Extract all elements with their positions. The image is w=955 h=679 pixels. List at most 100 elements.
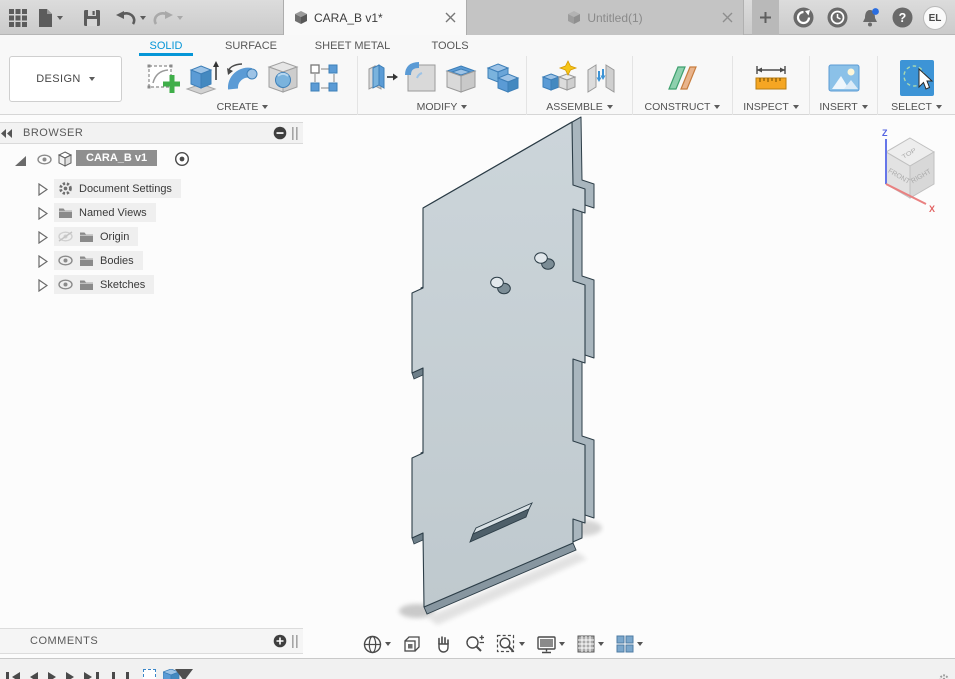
visibility-eye-icon[interactable] [58, 255, 73, 266]
timeline-step-forward-button[interactable] [66, 672, 74, 679]
collapsed-triangle-icon[interactable] [37, 255, 48, 268]
collapse-panel-icon[interactable] [0, 128, 14, 139]
inspect-menu[interactable]: INSPECT [733, 99, 809, 115]
add-comment-icon[interactable] [273, 634, 287, 648]
timeline-playhead-marker[interactable] [175, 669, 193, 679]
collapsed-triangle-icon[interactable] [37, 207, 48, 220]
folder-icon [80, 280, 93, 290]
insert-menu[interactable]: INSERT [810, 99, 877, 115]
construct-menu[interactable]: CONSTRUCT [633, 99, 732, 115]
timeline-sketch-feature-icon[interactable] [143, 669, 156, 679]
undo-icon[interactable] [115, 0, 146, 35]
group-modify: MODIFY [358, 56, 527, 115]
view-cube[interactable]: TOP FRONT RIGHT Z X [866, 126, 954, 218]
select-tool-icon[interactable] [899, 59, 935, 97]
group-create: CREATE [128, 56, 358, 115]
document-tab-label: CARA_B v1* [314, 10, 383, 25]
press-pull-icon[interactable] [365, 60, 399, 96]
extensions-icon[interactable] [793, 0, 814, 35]
chevron-down-icon [385, 642, 391, 646]
visibility-eye-icon[interactable] [37, 154, 52, 165]
viewports-icon[interactable] [613, 632, 645, 656]
workspace-switcher[interactable]: DESIGN [9, 56, 122, 102]
timeline-step-back-button[interactable] [30, 672, 38, 679]
orbit-icon[interactable] [360, 632, 393, 657]
modify-menu[interactable]: MODIFY [358, 99, 526, 115]
insert-image-icon[interactable] [827, 62, 861, 94]
help-icon[interactable]: ? [892, 0, 913, 35]
comments-panel-title: COMMENTS [30, 635, 99, 647]
timeline-marker[interactable] [112, 672, 115, 679]
activate-component-radio[interactable] [174, 151, 190, 167]
collapsed-triangle-icon[interactable] [37, 183, 48, 196]
timeline-end-marker[interactable] [96, 672, 99, 679]
collapsed-triangle-icon[interactable] [37, 231, 48, 244]
create-menu[interactable]: CREATE [128, 99, 357, 115]
chevron-down-icon [559, 642, 565, 646]
browser-item-bodies: Bodies [0, 249, 303, 273]
navigation-bar [360, 630, 645, 658]
chevron-down-icon [461, 105, 468, 109]
document-tab-active[interactable]: CARA_B v1* [283, 0, 467, 35]
minimize-panel-icon[interactable] [273, 126, 287, 140]
close-icon[interactable] [722, 12, 733, 23]
timeline-go-to-end-button[interactable] [84, 672, 92, 679]
component-cube-icon [57, 151, 73, 167]
revolve-icon[interactable] [226, 60, 262, 96]
folder-icon [80, 256, 93, 266]
save-icon[interactable] [83, 0, 101, 35]
zoom-icon[interactable] [462, 632, 487, 657]
visibility-hidden-eye-icon[interactable] [58, 231, 73, 242]
group-select: SELECT [878, 56, 955, 115]
measure-icon[interactable] [753, 61, 789, 95]
hole-icon[interactable] [267, 60, 303, 96]
pan-hand-icon[interactable] [431, 632, 455, 656]
file-menu-icon[interactable] [37, 0, 63, 35]
notifications-bell-icon[interactable] [859, 0, 881, 35]
extrude-icon[interactable] [185, 60, 221, 96]
x-axis-label: X [929, 204, 935, 214]
combine-icon[interactable] [486, 60, 520, 96]
rectangular-pattern-icon[interactable] [308, 62, 340, 94]
tab-tools[interactable]: TOOLS [405, 35, 495, 56]
group-construct: CONSTRUCT [633, 56, 733, 115]
construction-plane-icon[interactable] [666, 61, 700, 95]
app-grid-icon[interactable] [8, 0, 28, 35]
timeline-settings-gear-icon[interactable] [938, 673, 950, 679]
chevron-down-icon [262, 105, 269, 109]
document-tab-inactive[interactable]: Untitled(1) [467, 0, 744, 35]
shell-icon[interactable] [445, 60, 481, 96]
zoom-window-icon[interactable] [494, 632, 527, 657]
new-document-tab-button[interactable] [752, 0, 779, 35]
create-sketch-icon[interactable] [146, 60, 180, 96]
user-avatar[interactable]: EL [923, 6, 947, 30]
redo-icon[interactable] [152, 0, 183, 35]
grid-snaps-icon[interactable] [574, 632, 606, 656]
tab-surface[interactable]: SURFACE [202, 35, 300, 56]
job-status-clock-icon[interactable] [827, 0, 848, 35]
look-at-icon[interactable] [400, 632, 424, 656]
visibility-eye-icon[interactable] [58, 279, 73, 290]
chevron-down-icon [714, 105, 721, 109]
browser-tree: CARA_B v1 Document Settings Named Views [0, 148, 303, 297]
select-menu[interactable]: SELECT [878, 99, 955, 115]
timeline-step-back-button[interactable] [12, 672, 20, 679]
timeline-go-to-start-button[interactable] [6, 672, 9, 679]
collapsed-triangle-icon[interactable] [37, 279, 48, 292]
joint-icon[interactable] [584, 60, 618, 96]
display-settings-icon[interactable] [534, 632, 567, 656]
z-axis-label: Z [882, 128, 888, 138]
browser-root-label[interactable]: CARA_B v1 [76, 150, 158, 166]
assemble-menu[interactable]: ASSEMBLE [527, 99, 632, 115]
timeline-play-button[interactable] [48, 672, 56, 679]
tab-sheet-metal[interactable]: SHEET METAL [300, 35, 405, 56]
expanded-triangle-icon[interactable] [14, 155, 27, 167]
close-icon[interactable] [445, 12, 456, 23]
panel-grip-handle[interactable] [292, 634, 299, 648]
comments-panel-header: COMMENTS [0, 628, 303, 654]
panel-grip-handle[interactable] [292, 126, 299, 140]
document-tab-label: Untitled(1) [587, 10, 643, 25]
timeline-marker[interactable] [126, 672, 129, 679]
fillet-icon[interactable] [404, 60, 440, 96]
new-component-icon[interactable] [541, 59, 579, 96]
